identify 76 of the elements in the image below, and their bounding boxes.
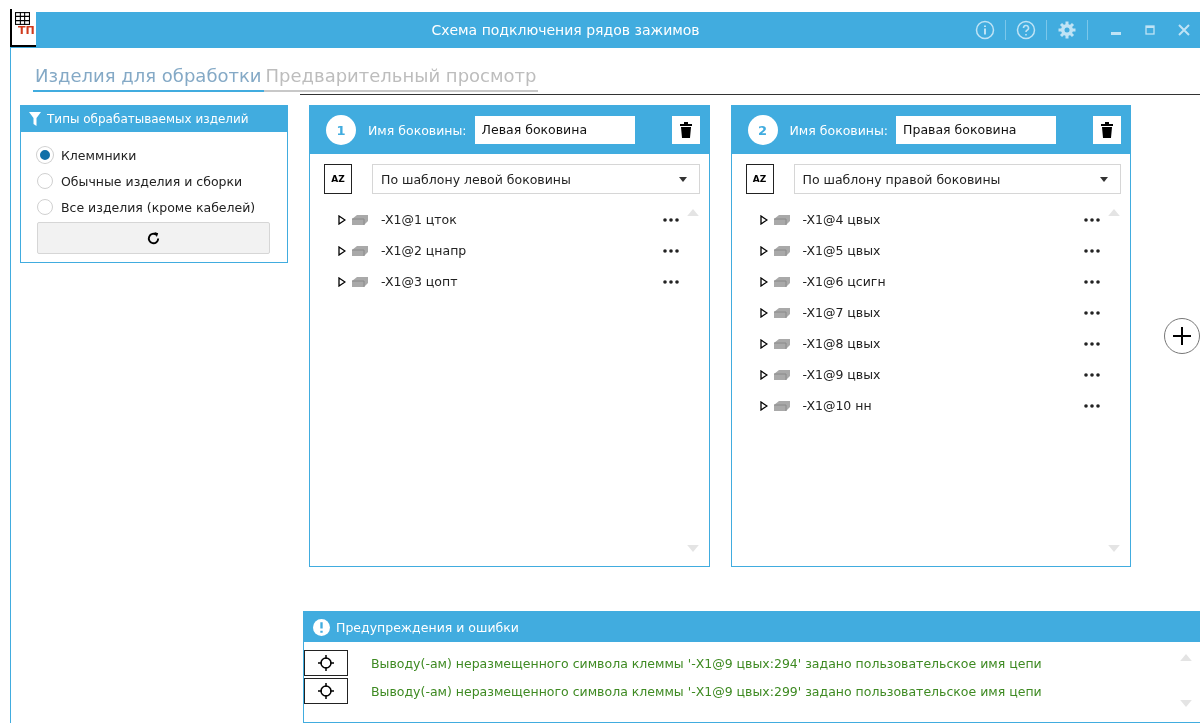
more-icon[interactable] (1084, 217, 1100, 222)
trash-icon (1101, 122, 1113, 138)
delete-button[interactable] (1093, 116, 1121, 144)
warning-icon (313, 618, 330, 636)
radio-label[interactable]: Клеммники (61, 147, 137, 163)
terminal-label[interactable]: -X1@10 нн (802, 398, 1084, 413)
more-icon[interactable] (662, 217, 679, 222)
more-icon[interactable] (1084, 279, 1100, 284)
panel-title: Типы обрабатываемых изделий (47, 112, 249, 126)
app-logo: ТП (10, 9, 36, 47)
template-dropdown[interactable]: По шаблону правой боковины (793, 164, 1121, 194)
delete-button[interactable] (671, 116, 700, 144)
terminal-block-icon (351, 213, 369, 226)
expand-arrow-icon[interactable] (338, 245, 346, 256)
expand-arrow-icon[interactable] (338, 276, 346, 287)
terminal-label[interactable]: -X1@6 цсигн (802, 274, 1084, 289)
refresh-icon (146, 230, 161, 246)
terminal-label[interactable]: -X1@9 цвых (802, 367, 1084, 382)
radio-label[interactable]: Обычные изделия и сборки (61, 173, 243, 189)
radio-label[interactable]: Все изделия (кроме кабелей) (61, 199, 256, 215)
terminal-block-icon (772, 275, 791, 288)
terminal-block-icon (772, 213, 791, 226)
warning-message: Выводу(-ам) неразмещенного символа клеммы '-X1@9 цвых:294' задано пользовательское имя цепи (371, 655, 1042, 671)
terminal-label[interactable]: -X1@7 цвых (802, 305, 1084, 320)
expand-arrow-icon[interactable] (759, 245, 768, 256)
more-icon[interactable] (1084, 372, 1100, 377)
terminal-block-icon (772, 244, 791, 257)
warning-message: Выводу(-ам) неразмещенного символа клеммы '-X1@9 цвых:299' задано пользовательское имя цепи (371, 683, 1042, 699)
caret-icon (1100, 176, 1108, 182)
expand-arrow-icon[interactable] (759, 400, 768, 411)
terminal-block-icon (772, 306, 791, 319)
terminal-block-icon (351, 275, 369, 288)
field-label: Имя боковины: (789, 122, 889, 138)
panel-title: Предупреждения и ошибки (336, 619, 519, 635)
terminal-block-icon (772, 337, 791, 350)
expand-arrow-icon[interactable] (759, 214, 768, 225)
terminal-label[interactable]: -X1@1 цток (381, 212, 663, 227)
terminal-label[interactable]: -X1@3 цопт (381, 274, 663, 289)
trash-icon (679, 122, 692, 138)
more-icon[interactable] (662, 248, 679, 253)
more-icon[interactable] (1084, 310, 1100, 315)
template-dropdown[interactable]: По шаблону левой боковины (372, 164, 700, 194)
radio-button[interactable] (37, 199, 53, 215)
sort-button[interactable]: AZ (324, 164, 352, 194)
terminal-block-icon (772, 368, 791, 381)
terminal-label[interactable]: -X1@2 цнапр (381, 243, 663, 258)
terminal-block-icon (351, 244, 369, 257)
number-badge: 2 (747, 115, 778, 145)
expand-arrow-icon[interactable] (759, 338, 768, 349)
more-icon[interactable] (1084, 341, 1100, 346)
crosshair-icon (318, 655, 334, 671)
terminal-label[interactable]: -X1@5 цвых (802, 243, 1084, 258)
locate-button[interactable] (304, 678, 348, 704)
terminal-label[interactable]: -X1@4 цвых (802, 212, 1084, 227)
filter-icon (29, 112, 41, 126)
name-field[interactable]: Правая боковина (896, 116, 1057, 144)
expand-arrow-icon[interactable] (759, 307, 768, 318)
sort-button[interactable]: AZ (745, 164, 774, 194)
more-icon[interactable] (1084, 248, 1100, 253)
number-badge: 1 (326, 115, 356, 145)
name-field[interactable]: Левая боковина (474, 116, 635, 144)
caret-icon (678, 176, 687, 182)
more-icon[interactable] (662, 279, 679, 284)
expand-arrow-icon[interactable] (759, 276, 768, 287)
expand-arrow-icon[interactable] (759, 369, 768, 380)
radio-button[interactable] (37, 173, 53, 189)
terminal-label[interactable]: -X1@8 цвых (802, 336, 1084, 351)
plus-icon (1172, 326, 1192, 346)
add-button[interactable] (1164, 318, 1200, 354)
field-label: Имя боковины: (368, 122, 467, 138)
terminal-block-icon (772, 399, 791, 412)
window-title: Схема подключения рядов зажимов (430, 22, 701, 38)
more-icon[interactable] (1084, 403, 1100, 408)
locate-button[interactable] (304, 650, 348, 676)
expand-arrow-icon[interactable] (338, 214, 346, 225)
crosshair-icon (318, 683, 334, 699)
